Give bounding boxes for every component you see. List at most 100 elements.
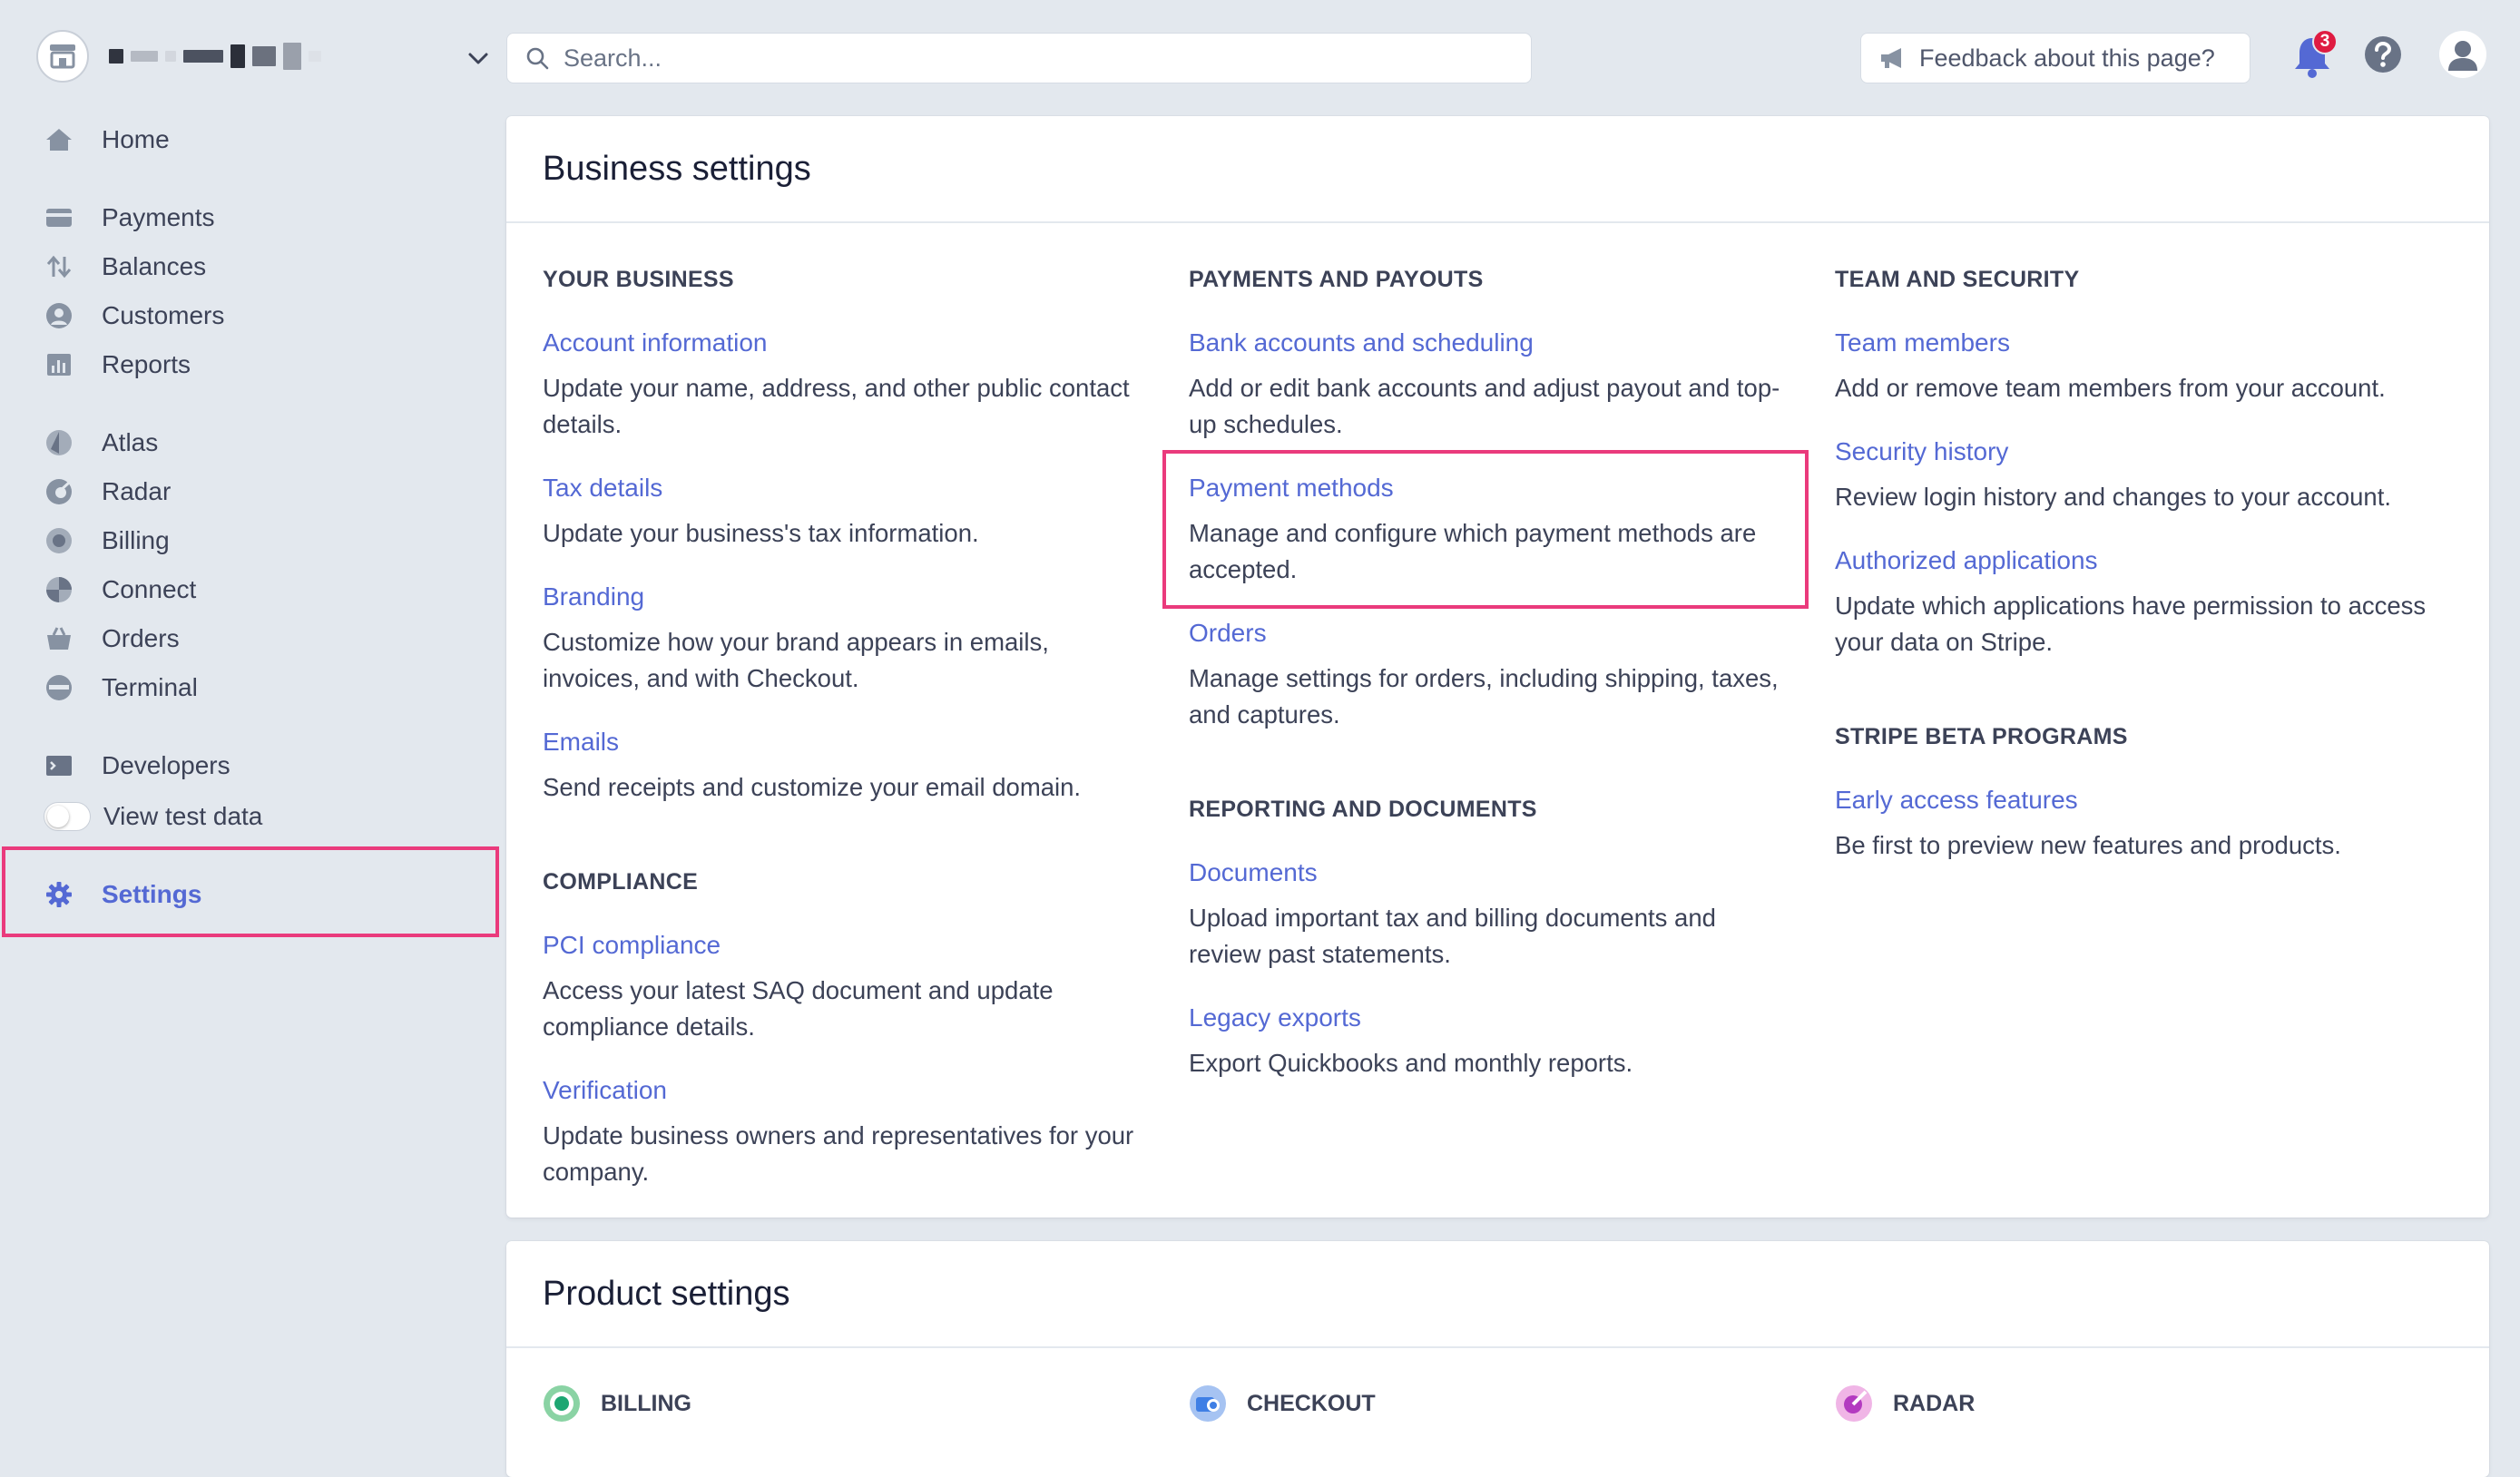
team-members-link[interactable]: Team members <box>1835 328 2010 357</box>
sidebar-item-atlas[interactable]: Atlas <box>44 420 158 465</box>
sidebar-item-orders[interactable]: Orders <box>44 616 180 661</box>
sidebar-item-label: Payments <box>102 203 215 231</box>
sidebar-item-settings[interactable]: Settings <box>44 872 201 917</box>
setting-description: Manage settings for orders, including sh… <box>1189 664 1779 729</box>
section-heading-your-business: YOUR BUSINESS <box>543 267 734 292</box>
orders-icon <box>44 623 74 654</box>
sidebar-item-balances[interactable]: Balances <box>44 244 206 289</box>
pci-compliance-link[interactable]: PCI compliance <box>543 931 721 960</box>
payments-icon <box>44 202 74 233</box>
setting-description: Export Quickbooks and monthly reports. <box>1189 1049 1633 1077</box>
sidebar-item-label: View test data <box>103 802 263 830</box>
checkout-product-icon <box>1190 1385 1226 1422</box>
home-icon <box>44 124 74 155</box>
emails-link[interactable]: Emails <box>543 728 619 757</box>
early-access-link[interactable]: Early access features <box>1835 786 2078 815</box>
sidebar: Home Payments Balances Customers Reports… <box>0 0 499 1462</box>
sidebar-item-label: Radar <box>102 477 172 505</box>
section-heading-team-security: TEAM AND SECURITY <box>1835 267 2080 292</box>
product-section-label: RADAR <box>1893 1390 1976 1416</box>
sidebar-item-terminal[interactable]: Terminal <box>44 665 198 710</box>
radar-product-icon <box>1836 1385 1872 1422</box>
bank-accounts-link[interactable]: Bank accounts and scheduling <box>1189 328 1534 357</box>
setting-description: Be first to preview new features and pro… <box>1835 831 2341 859</box>
sidebar-item-customers[interactable]: Customers <box>44 293 224 338</box>
product-section-checkout: CHECKOUT <box>1189 1384 1376 1423</box>
sidebar-item-developers[interactable]: Developers <box>44 743 230 788</box>
setting-description: Add or remove team members from your acc… <box>1835 374 2386 402</box>
product-settings-card: Product settings BILLING CHECKOUT RADAR <box>506 1241 2489 1477</box>
billing-icon <box>44 525 74 556</box>
billing-product-icon <box>544 1385 580 1422</box>
radar-icon <box>44 476 74 507</box>
legacy-exports-link[interactable]: Legacy exports <box>1189 1003 1361 1032</box>
sidebar-item-label: Atlas <box>102 428 159 456</box>
documents-link[interactable]: Documents <box>1189 858 1318 887</box>
sidebar-item-label: Customers <box>102 301 225 329</box>
sidebar-item-label: Home <box>102 125 170 153</box>
sidebar-item-label: Balances <box>102 252 207 280</box>
business-settings-card: Business settings YOUR BUSINESS Account … <box>506 116 2489 1218</box>
orders-settings-link[interactable]: Orders <box>1189 619 1267 648</box>
tax-details-link[interactable]: Tax details <box>543 474 662 503</box>
sidebar-item-connect[interactable]: Connect <box>44 567 196 612</box>
sidebar-item-label: Orders <box>102 624 180 652</box>
card-header: Business settings <box>506 116 2489 223</box>
balances-icon <box>44 251 74 282</box>
product-section-label: BILLING <box>601 1390 691 1416</box>
setting-description: Customize how your brand appears in emai… <box>543 628 1049 692</box>
section-heading-compliance: COMPLIANCE <box>543 869 699 895</box>
product-settings-title: Product settings <box>543 1274 790 1313</box>
verification-link[interactable]: Verification <box>543 1076 667 1105</box>
atlas-icon <box>44 427 74 458</box>
product-section-label: CHECKOUT <box>1247 1390 1376 1416</box>
sidebar-item-label: Connect <box>102 575 197 603</box>
sidebar-item-label: Billing <box>102 526 170 554</box>
sidebar-item-billing[interactable]: Billing <box>44 518 170 563</box>
product-section-radar: RADAR <box>1835 1384 1975 1423</box>
setting-description: Send receipts and customize your email d… <box>543 773 1082 801</box>
sidebar-item-label: Settings <box>102 880 202 908</box>
developers-icon <box>44 750 74 781</box>
search-box[interactable] <box>506 33 1532 83</box>
search-icon <box>526 47 549 70</box>
connect-icon <box>44 574 74 605</box>
test-data-switch[interactable] <box>44 802 91 831</box>
sidebar-item-label: Terminal <box>102 673 198 701</box>
setting-description: Update your business's tax information. <box>543 519 979 547</box>
customers-icon <box>44 300 74 331</box>
help-icon[interactable] <box>2363 34 2403 74</box>
account-information-link[interactable]: Account information <box>543 328 767 357</box>
authorized-applications-link[interactable]: Authorized applications <box>1835 546 2098 575</box>
megaphone-icon <box>1881 48 1901 68</box>
sidebar-item-label: Developers <box>102 751 230 779</box>
section-heading-beta: STRIPE BETA PROGRAMS <box>1835 724 2128 749</box>
avatar[interactable] <box>2439 31 2486 78</box>
notification-badge: 3 <box>2312 29 2338 54</box>
search-input[interactable] <box>562 43 1531 73</box>
gear-icon <box>44 879 74 910</box>
setting-description: Manage and configure which payment metho… <box>1189 519 1757 583</box>
terminal-icon <box>44 672 74 703</box>
sidebar-item-radar[interactable]: Radar <box>44 469 171 514</box>
feedback-label: Feedback about this page? <box>1919 44 2215 72</box>
sidebar-item-reports[interactable]: Reports <box>44 342 191 387</box>
sidebar-item-label: Reports <box>102 350 191 378</box>
user-icon <box>2448 41 2477 71</box>
sidebar-item-home[interactable]: Home <box>44 117 170 162</box>
section-heading-payments-payouts: PAYMENTS AND PAYOUTS <box>1189 267 1484 292</box>
security-history-link[interactable]: Security history <box>1835 437 2008 466</box>
sidebar-item-payments[interactable]: Payments <box>44 195 215 240</box>
setting-description: Upload important tax and billing documen… <box>1189 904 1716 968</box>
setting-description: Update business owners and representativ… <box>543 1121 1134 1186</box>
setting-description: Update your name, address, and other pub… <box>543 374 1130 438</box>
section-heading-reporting: REPORTING AND DOCUMENTS <box>1189 797 1537 822</box>
setting-description: Update which applications have permissio… <box>1835 592 2427 656</box>
view-test-data-toggle[interactable]: View test data <box>44 794 262 839</box>
feedback-button[interactable]: Feedback about this page? <box>1860 33 2250 83</box>
setting-description: Access your latest SAQ document and upda… <box>543 976 1054 1041</box>
branding-link[interactable]: Branding <box>543 582 644 611</box>
payment-methods-link[interactable]: Payment methods <box>1189 474 1394 503</box>
page-title: Business settings <box>543 149 811 188</box>
reports-icon <box>44 349 74 380</box>
